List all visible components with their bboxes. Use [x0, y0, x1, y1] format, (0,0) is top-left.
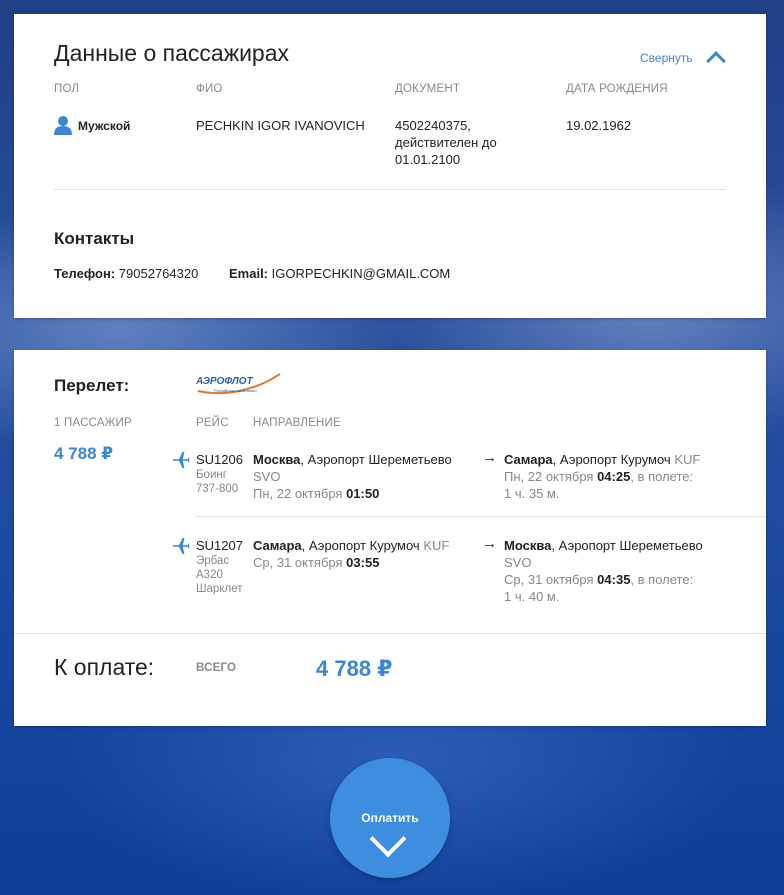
segment-1-departure: Москва, Аэропорт Шереметьево SVO Пн, 22 …	[253, 452, 452, 501]
segment-1-aircraft: Боинг 737-800	[196, 469, 239, 495]
segment-1-arrival: Самара, Аэропорт Курумоч KUF Пн, 22 октя…	[504, 452, 701, 501]
flight-title: Перелет:	[54, 376, 130, 395]
passengers-count: 1 ПАССАЖИР	[54, 417, 132, 429]
collapse-button[interactable]: Свернуть	[640, 48, 726, 71]
flight-card: Перелет: АЭРОФЛОТ Российские авиалинии 1…	[14, 350, 766, 726]
plane-icon	[172, 537, 190, 555]
arrow-right-icon: →	[482, 535, 497, 552]
header-direction: НАПРАВЛЕНИЕ	[253, 417, 341, 429]
payment-divider	[14, 633, 766, 634]
contact-phone: Телефон: 79052764320	[54, 266, 199, 281]
total-price: 4 788 ₽	[316, 656, 393, 681]
passenger-document: 4502240375, действителен до 01.01.2100	[395, 118, 497, 167]
header-name: ФИО	[196, 83, 223, 95]
chevron-up-icon	[705, 51, 726, 71]
segment-2-number: SU1207	[196, 538, 243, 553]
svg-text:Российские авиалинии: Российские авиалинии	[214, 388, 257, 393]
segment-divider	[196, 516, 766, 517]
contact-email: Email: IGORPECHKIN@GMAIL.COM	[229, 266, 451, 281]
contacts-title: Контакты	[54, 229, 135, 248]
svg-text:АЭРОФЛОТ: АЭРОФЛОТ	[196, 376, 254, 387]
passenger-birth: 19.02.1962	[566, 118, 632, 133]
payment-title: К оплате:	[54, 654, 155, 680]
passenger-gender: Мужской	[78, 119, 131, 133]
chevron-down-icon	[369, 820, 407, 858]
header-flight: РЕЙС	[196, 417, 229, 429]
segment-2-departure: Самара, Аэропорт Курумоч KUF Ср, 31 октя…	[253, 538, 450, 570]
segment-1-number: SU1206	[196, 452, 243, 467]
arrow-right-icon: →	[482, 449, 497, 466]
divider	[54, 189, 726, 190]
passengers-card: Данные о пассажирах Свернуть ПОЛ ФИО ДОК…	[14, 14, 766, 318]
header-document: ДОКУМЕНТ	[395, 83, 461, 95]
person-icon	[54, 115, 72, 135]
collapse-label: Свернуть	[640, 51, 693, 65]
segment-2-arrival: Москва, Аэропорт Шереметьево SVO Ср, 31 …	[504, 538, 703, 604]
passengers-title: Данные о пассажирах	[54, 40, 290, 66]
header-birth: ДАТА РОЖДЕНИЯ	[566, 83, 668, 95]
aeroflot-logo: АЭРОФЛОТ Российские авиалинии	[195, 372, 282, 400]
total-label: ВСЕГО	[196, 662, 237, 674]
segment-2-aircraft: Эрбас A320 Шарклет	[196, 555, 243, 595]
passenger-name: PECHKIN IGOR IVANOVICH	[196, 118, 365, 133]
flight-price: 4 788 ₽	[54, 444, 114, 463]
plane-icon	[172, 451, 190, 469]
header-gender: ПОЛ	[54, 83, 80, 95]
pay-button[interactable]: Оплатить	[330, 758, 450, 878]
